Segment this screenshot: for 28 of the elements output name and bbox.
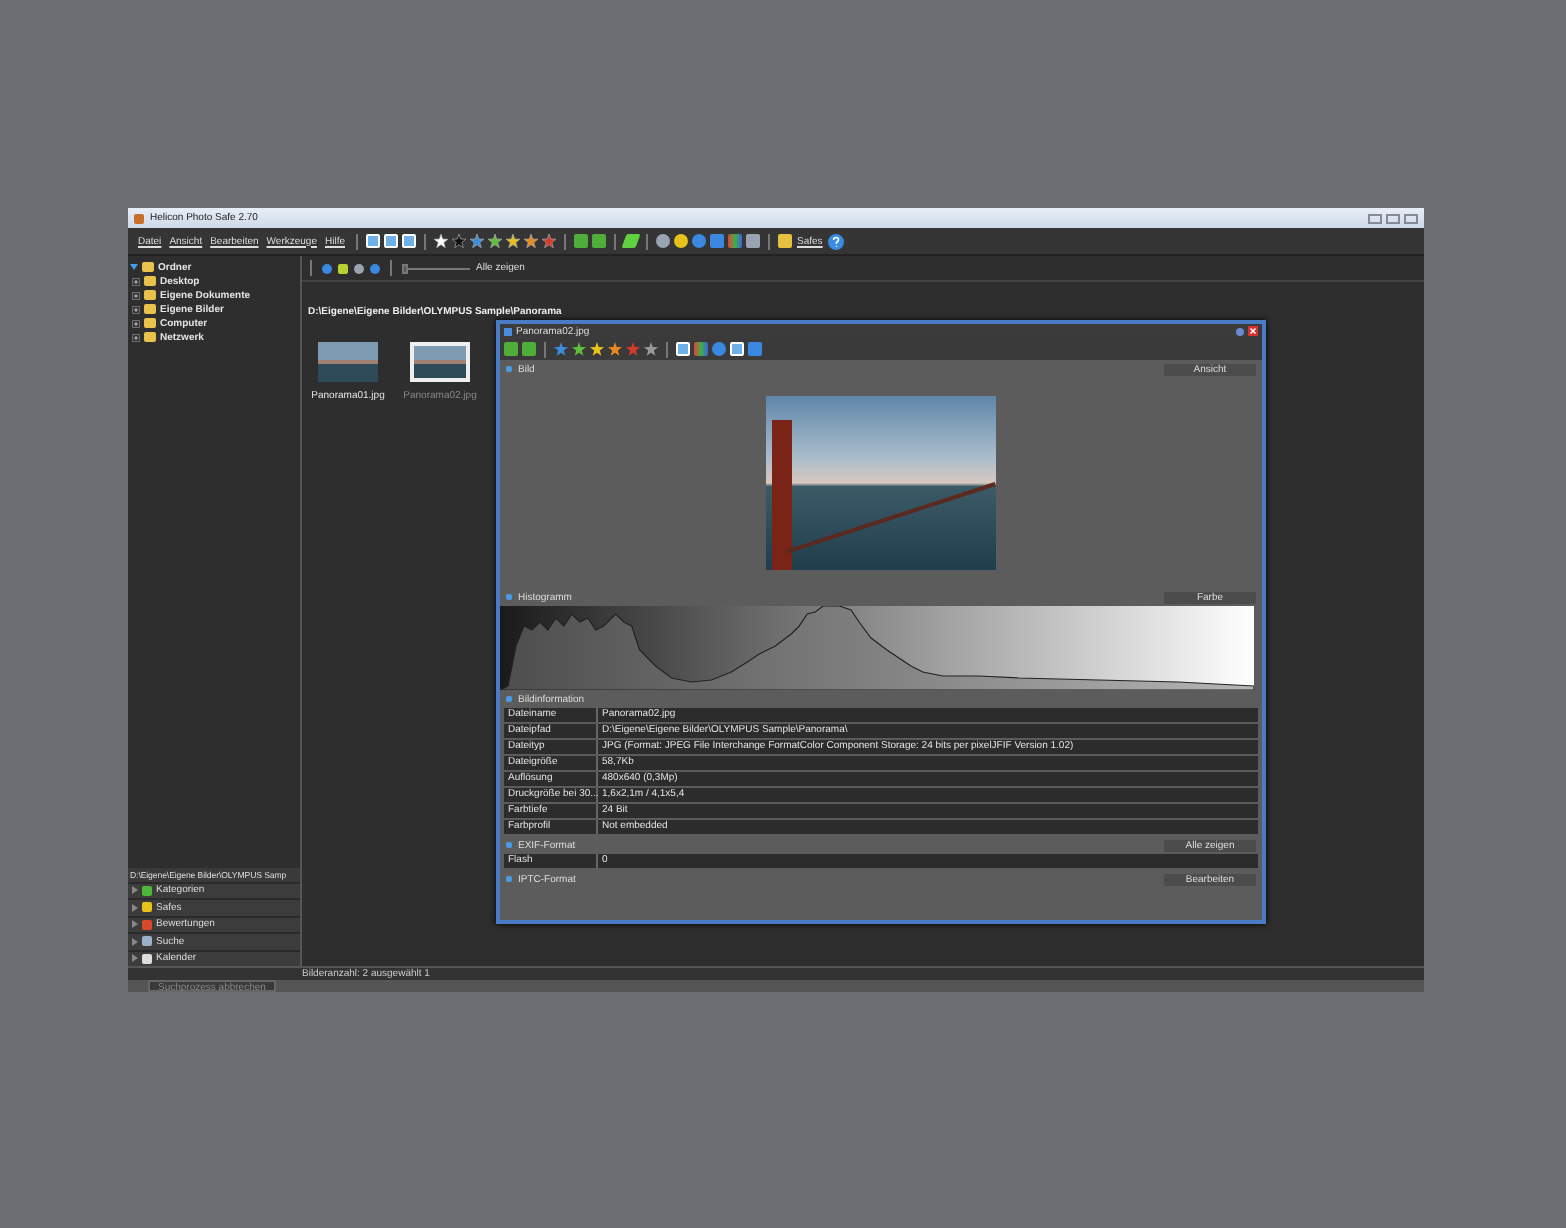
star-icon[interactable] xyxy=(626,342,640,356)
star-icon[interactable] xyxy=(541,234,555,248)
star-icon[interactable] xyxy=(590,342,604,356)
star-icon[interactable] xyxy=(487,234,501,248)
star-icon[interactable] xyxy=(608,342,622,356)
section-bullet-icon xyxy=(506,842,512,848)
help-icon[interactable] xyxy=(828,233,845,249)
star-icon[interactable] xyxy=(469,234,483,248)
slider-thumb[interactable] xyxy=(402,263,408,273)
expander-icon[interactable] xyxy=(132,333,140,341)
expander-icon[interactable] xyxy=(132,291,140,299)
close-icon[interactable] xyxy=(1248,326,1258,336)
star-icon[interactable] xyxy=(505,234,519,248)
zoom-slider[interactable] xyxy=(402,263,470,273)
star-icon[interactable] xyxy=(523,234,537,248)
star-icon[interactable] xyxy=(572,342,586,356)
star-icon[interactable] xyxy=(433,234,447,248)
expander-icon[interactable] xyxy=(132,305,140,313)
star-icon[interactable] xyxy=(451,234,465,248)
expander-icon[interactable] xyxy=(132,277,140,285)
window-controls-icon[interactable] xyxy=(1368,213,1418,223)
star-icon[interactable] xyxy=(554,342,568,356)
section-bullet-icon xyxy=(506,876,512,882)
section-bullet-icon xyxy=(506,696,512,702)
section-bullet-icon xyxy=(506,594,512,600)
expander-icon[interactable] xyxy=(132,319,140,327)
section-bullet-icon xyxy=(506,366,512,372)
star-icon[interactable] xyxy=(644,342,658,356)
